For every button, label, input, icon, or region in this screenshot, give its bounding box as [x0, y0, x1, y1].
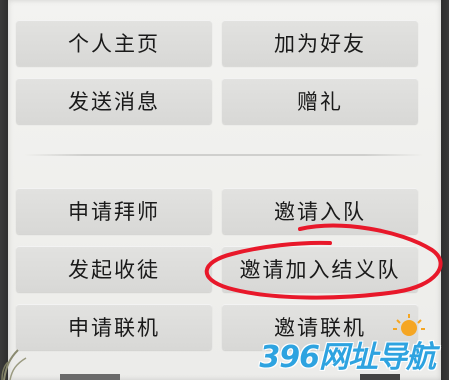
view-profile-label: 个人主页 — [68, 32, 160, 56]
send-gift-button[interactable]: 赠礼 — [222, 78, 418, 124]
request-coop-button[interactable]: 申请联机 — [16, 304, 212, 350]
invite-coop-label: 邀请联机 — [274, 316, 366, 340]
section-divider — [24, 154, 424, 156]
invite-team-button[interactable]: 邀请入队 — [222, 188, 418, 234]
take-apprentice-label: 发起收徒 — [68, 258, 160, 282]
add-friend-label: 加为好友 — [274, 32, 366, 56]
invite-sworn-team-button[interactable]: 邀请加入结义队 — [222, 246, 418, 292]
request-master-button[interactable]: 申请拜师 — [16, 188, 212, 234]
invite-team-label: 邀请入队 — [274, 200, 366, 224]
view-profile-button[interactable]: 个人主页 — [16, 20, 212, 66]
take-apprentice-button[interactable]: 发起收徒 — [16, 246, 212, 292]
window-frame: 个人主页 加为好友 发送消息 赠礼 申请拜师 邀请入队 发起收徒 邀请加入结义队… — [0, 0, 449, 380]
request-coop-label: 申请联机 — [68, 316, 160, 340]
invite-sworn-team-label: 邀请加入结义队 — [239, 258, 401, 282]
invite-coop-button[interactable]: 邀请联机 — [222, 304, 418, 350]
add-friend-button[interactable]: 加为好友 — [222, 20, 418, 66]
request-master-label: 申请拜师 — [68, 200, 160, 224]
bottom-edge-strip — [360, 374, 400, 380]
send-message-label: 发送消息 — [68, 90, 160, 114]
send-gift-label: 赠礼 — [297, 90, 343, 114]
send-message-button[interactable]: 发送消息 — [16, 78, 212, 124]
bottom-edge-strip — [60, 374, 120, 380]
